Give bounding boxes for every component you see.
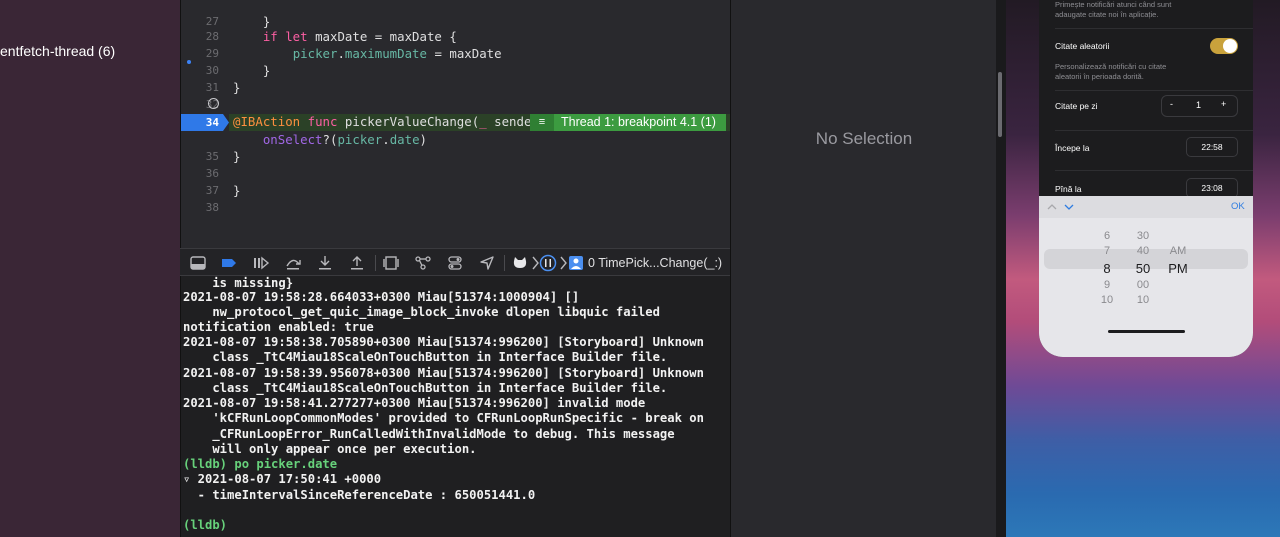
home-indicator bbox=[1108, 330, 1185, 333]
code-line: @IBAction func pickerValueChange(_ sende… bbox=[233, 114, 599, 129]
console-line: notification enabled: true bbox=[183, 320, 374, 334]
hour-option[interactable]: 10 bbox=[1092, 294, 1122, 306]
hour-option[interactable]: 6 bbox=[1092, 230, 1122, 242]
console-line: 2021-08-07 19:58:41.277277+0300 Miau[513… bbox=[183, 396, 646, 410]
code-editor[interactable]: 27 } 28 if let maxDate = maxDate { 29 pi… bbox=[180, 0, 730, 248]
hour-option[interactable]: 9 bbox=[1092, 279, 1122, 291]
console-line: 2021-08-07 19:58:39.956078+0300 Miau[513… bbox=[183, 366, 704, 380]
scrollbar[interactable] bbox=[998, 72, 1002, 137]
console-result-detail: - timeIntervalSinceReferenceDate : 65005… bbox=[183, 488, 536, 502]
breakpoints-toggle-icon[interactable] bbox=[219, 253, 239, 273]
console-line: nw_protocol_get_quic_image_block_invoke … bbox=[183, 305, 660, 319]
code-line: 36 bbox=[205, 167, 219, 180]
console-line: 'kCFRunLoopCommonModes' provided to CFRu… bbox=[183, 411, 704, 425]
stepper-value: 1 bbox=[1196, 100, 1202, 110]
stack-frame-breadcrumb[interactable]: 0 TimePick...Change(_:) bbox=[588, 256, 722, 270]
code-line: 31} bbox=[205, 80, 241, 95]
step-out-icon[interactable] bbox=[347, 253, 367, 273]
code-line: 29 picker.maximumDate = maxDate bbox=[205, 46, 502, 61]
no-selection-label: No Selection bbox=[815, 129, 913, 148]
minute-option[interactable]: 40 bbox=[1128, 245, 1158, 257]
console-line: 2021-08-07 19:58:38.705890+0300 Miau[513… bbox=[183, 335, 704, 349]
chevron-up-down-icons[interactable] bbox=[1047, 201, 1075, 213]
end-time-label: Pînă la bbox=[1055, 184, 1082, 194]
step-over-icon[interactable] bbox=[283, 253, 303, 273]
step-into-icon[interactable] bbox=[315, 253, 335, 273]
debug-view-hierarchy-icon[interactable] bbox=[381, 253, 401, 273]
code-line: 38 bbox=[205, 201, 219, 214]
simulator-screen: Primește notificări atunci când sunt ada… bbox=[1039, 0, 1253, 357]
ampm-option-selected[interactable]: PM bbox=[1163, 261, 1193, 276]
code-line: 28 if let maxDate = maxDate { bbox=[205, 29, 457, 44]
ok-button[interactable]: OK bbox=[1231, 201, 1245, 212]
console-line: _CFRunLoopError_RunCalledWithInvalidMode… bbox=[183, 427, 675, 441]
hide-debug-area-icon[interactable] bbox=[188, 253, 208, 273]
console-line: will only appear once per execution. bbox=[183, 442, 477, 456]
start-time-label: Începe la bbox=[1055, 143, 1090, 153]
list-icon[interactable]: ≡ bbox=[530, 114, 554, 131]
simulate-location-icon[interactable] bbox=[477, 253, 497, 273]
user-frame-icon[interactable] bbox=[566, 253, 586, 273]
environment-overrides-icon[interactable] bbox=[445, 253, 465, 273]
thread-breakpoint-badge[interactable]: Thread 1: breakpoint 4.1 (1) bbox=[530, 114, 726, 131]
notifications-description: Primește notificări atunci când sunt ada… bbox=[1055, 0, 1172, 19]
start-time-field[interactable]: 22:58 bbox=[1186, 137, 1238, 157]
minute-option[interactable]: 30 bbox=[1128, 230, 1158, 242]
minute-option-selected[interactable]: 50 bbox=[1128, 261, 1158, 276]
code-line: 32 bbox=[205, 98, 219, 111]
end-time-field[interactable]: 23:08 bbox=[1186, 178, 1238, 198]
inspector-panel: No Selection bbox=[730, 0, 996, 537]
memory-graph-icon[interactable] bbox=[413, 253, 433, 273]
minute-option[interactable]: 00 bbox=[1128, 279, 1158, 291]
ampm-option[interactable]: AM bbox=[1163, 245, 1193, 257]
console-line: class _TtC4Miau18ScaleOnTouchButton in I… bbox=[183, 381, 668, 395]
continue-icon[interactable] bbox=[251, 253, 271, 273]
console-line: is missing} bbox=[183, 276, 294, 290]
random-quotes-description: Personalizează notificări cu citate alea… bbox=[1055, 62, 1167, 81]
code-line: 37} bbox=[205, 183, 241, 198]
navigator-panel: entfetch-thread (6) bbox=[0, 0, 180, 537]
code-line: 30 } bbox=[205, 63, 271, 78]
lldb-prompt[interactable]: (lldb) bbox=[183, 518, 227, 533]
quotes-per-day-label: Citate pe zi bbox=[1055, 101, 1098, 111]
console-line: 2021-08-07 19:58:28.664033+0300 Miau[513… bbox=[183, 290, 580, 304]
code-line: 35} bbox=[205, 149, 241, 164]
lldb-command: (lldb) po picker.date bbox=[183, 457, 338, 471]
stepper-plus-button[interactable]: + bbox=[1221, 99, 1226, 109]
debug-toolbar: 0 TimePick...Change(_:) bbox=[180, 248, 730, 276]
empty-breakpoint-circle[interactable] bbox=[208, 98, 219, 109]
hour-option-selected[interactable]: 8 bbox=[1092, 261, 1122, 276]
picker-toolbar bbox=[1039, 196, 1253, 218]
minute-option[interactable]: 10 bbox=[1128, 294, 1158, 306]
console-result: ▿ 2021-08-07 17:50:41 +0000 bbox=[183, 472, 382, 486]
toggle-knob bbox=[1223, 39, 1237, 53]
stepper-minus-button[interactable]: - bbox=[1170, 99, 1173, 109]
random-quotes-label: Citate aleatorii bbox=[1055, 41, 1110, 51]
thread-item[interactable]: entfetch-thread (6) bbox=[0, 43, 115, 59]
debug-console[interactable]: is missing} 2021-08-07 19:58:28.664033+0… bbox=[180, 276, 730, 537]
console-line: class _TtC4Miau18ScaleOnTouchButton in I… bbox=[183, 350, 668, 364]
hour-option[interactable]: 7 bbox=[1092, 245, 1122, 257]
